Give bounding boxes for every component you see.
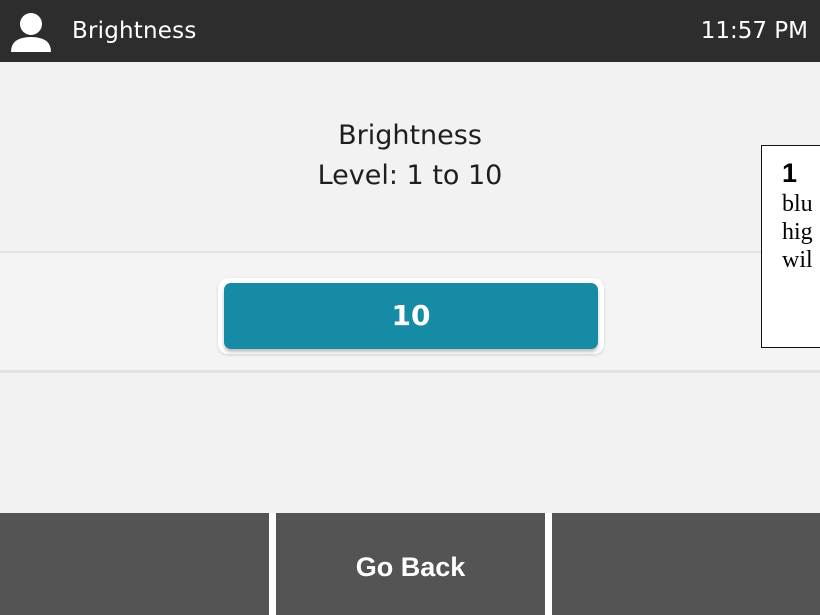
callout-line: hig xyxy=(782,219,813,245)
brightness-value-field[interactable]: 10 xyxy=(224,283,598,349)
callout-number: 1 xyxy=(782,158,798,188)
softkey-1[interactable] xyxy=(0,513,269,615)
callout-line: blu xyxy=(782,191,813,217)
go-back-button[interactable]: Go Back xyxy=(276,513,545,615)
annotation-callout: 1 blu hig wil xyxy=(761,145,820,348)
status-bar: Brightness 11:57 PM xyxy=(0,0,820,62)
prompt-title: Brightness xyxy=(338,120,482,151)
callout-line: wil xyxy=(782,247,813,273)
clock: 11:57 PM xyxy=(700,18,808,44)
status-bar-title: Brightness xyxy=(72,18,197,44)
user-icon xyxy=(11,13,51,52)
prompt-range: Level: 1 to 10 xyxy=(317,160,503,191)
brightness-screen: Brightness 11:57 PM Brightness Level: 1 … xyxy=(0,0,820,615)
brightness-prompt: Brightness Level: 1 to 10 xyxy=(0,116,820,196)
softkey-bar: Go Back xyxy=(0,513,820,615)
softkey-3[interactable] xyxy=(552,513,820,615)
